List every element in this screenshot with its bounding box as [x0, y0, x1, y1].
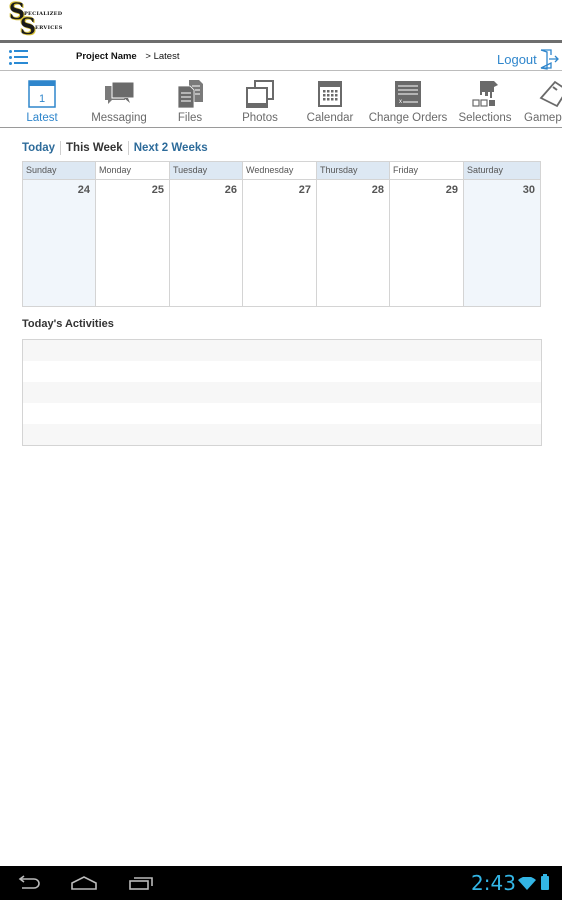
tab-change-orders[interactable]: x Change Orders: [368, 72, 448, 127]
day-cell[interactable]: [96, 180, 169, 306]
logo-word-2: ERVICES: [35, 25, 63, 31]
svg-text:x: x: [399, 99, 402, 105]
tab-files[interactable]: Files: [165, 72, 215, 127]
activity-row[interactable]: [23, 361, 541, 382]
back-icon[interactable]: [16, 875, 42, 891]
day-cell[interactable]: [23, 180, 95, 306]
breadcrumb: Project Name > Latest: [76, 51, 179, 62]
day-header: Sunday: [23, 162, 95, 180]
day-number: 27: [298, 184, 311, 196]
day-header: Saturday: [464, 162, 540, 180]
logout-door-icon: [540, 49, 559, 70]
whistle-icon: [539, 80, 562, 108]
day-friday[interactable]: Friday 29: [390, 162, 464, 306]
project-bar: Project Name > Latest Logout: [0, 43, 562, 71]
day-header: Monday: [96, 162, 169, 180]
hamburger-list-icon[interactable]: [9, 49, 29, 65]
home-icon[interactable]: [70, 875, 98, 891]
logo-letter-2: S: [20, 14, 36, 40]
tab-selections[interactable]: Selections: [457, 72, 513, 127]
clock: 2:43: [471, 871, 516, 895]
filter-divider: [127, 141, 129, 155]
day-tuesday[interactable]: Tuesday 26: [170, 162, 243, 306]
day-header: Thursday: [317, 162, 389, 180]
day-cell[interactable]: [390, 180, 463, 306]
filter-divider: [60, 141, 62, 155]
activity-row[interactable]: [23, 403, 541, 424]
system-navigation-bar: 2:43: [0, 866, 562, 900]
tab-calendar[interactable]: Calendar: [303, 72, 357, 127]
breadcrumb-separator: >: [145, 51, 151, 62]
module-tabs: 1 Latest Messaging Files Photos Calendar…: [0, 72, 562, 128]
day-cell[interactable]: [243, 180, 316, 306]
photos-icon: [246, 80, 274, 108]
day-number: 26: [224, 184, 237, 196]
logo-bar: S PECIALIZED S ERVICES: [0, 0, 562, 40]
chat-bubbles-icon: [105, 81, 135, 104]
activity-row[interactable]: [23, 382, 541, 403]
signature-form-icon: x: [395, 81, 421, 107]
day-cell[interactable]: [464, 180, 540, 306]
day-header: Wednesday: [243, 162, 316, 180]
filter-today[interactable]: Today: [22, 142, 55, 154]
tab-label: Selections: [458, 112, 512, 124]
tab-label: Photos: [242, 112, 278, 124]
activity-row[interactable]: [23, 340, 541, 361]
tab-label: Change Orders: [368, 112, 448, 124]
day-number: 25: [151, 184, 164, 196]
day-number: 30: [522, 184, 535, 196]
wifi-icon: [518, 877, 536, 890]
recent-apps-icon[interactable]: [128, 875, 154, 891]
tab-messaging[interactable]: Messaging: [88, 72, 150, 127]
company-logo: S PECIALIZED S ERVICES: [8, 0, 68, 40]
calendar-grid-icon: [318, 81, 342, 107]
tab-label: Files: [177, 112, 203, 124]
tab-label: Messaging: [91, 112, 147, 124]
date-range-filters: Today This Week Next 2 Weeks: [22, 141, 208, 155]
tab-latest[interactable]: 1 Latest: [14, 72, 70, 127]
tab-gameplan[interactable]: Gamep: [524, 72, 562, 127]
documents-icon: [177, 80, 203, 109]
breadcrumb-current: Latest: [153, 51, 180, 62]
logout-label: Logout: [497, 51, 537, 67]
logout-button[interactable]: Logout: [497, 48, 560, 70]
week-calendar: Sunday 24 Monday 25 Tuesday 26 Wednesday…: [22, 161, 541, 307]
day-number: 29: [445, 184, 458, 196]
day-cell[interactable]: [317, 180, 389, 306]
day-saturday[interactable]: Saturday 30: [464, 162, 540, 306]
tab-label: Latest: [26, 112, 58, 124]
tab-label: Calendar: [306, 112, 354, 124]
battery-icon: [541, 874, 549, 890]
tab-label: Gamep: [524, 112, 562, 124]
activities-title: Today's Activities: [22, 318, 114, 330]
day-header: Tuesday: [170, 162, 242, 180]
day-header: Friday: [390, 162, 463, 180]
day-cell[interactable]: [170, 180, 242, 306]
activities-table: [22, 339, 542, 446]
breadcrumb-project[interactable]: Project Name: [76, 51, 137, 62]
day-monday[interactable]: Monday 25: [96, 162, 170, 306]
day-sunday[interactable]: Sunday 24: [23, 162, 96, 306]
activity-row[interactable]: [23, 424, 541, 445]
day-number: 24: [77, 184, 90, 196]
day-thursday[interactable]: Thursday 28: [317, 162, 390, 306]
filter-this-week[interactable]: This Week: [66, 142, 123, 154]
day-wednesday[interactable]: Wednesday 27: [243, 162, 317, 306]
hand-pointer-icon: [472, 81, 498, 107]
calendar-day-icon: 1: [28, 80, 56, 108]
day-number: 28: [371, 184, 384, 196]
filter-next-2-weeks[interactable]: Next 2 Weeks: [134, 142, 208, 154]
tab-photos[interactable]: Photos: [235, 72, 285, 127]
svg-text:1: 1: [39, 93, 45, 105]
